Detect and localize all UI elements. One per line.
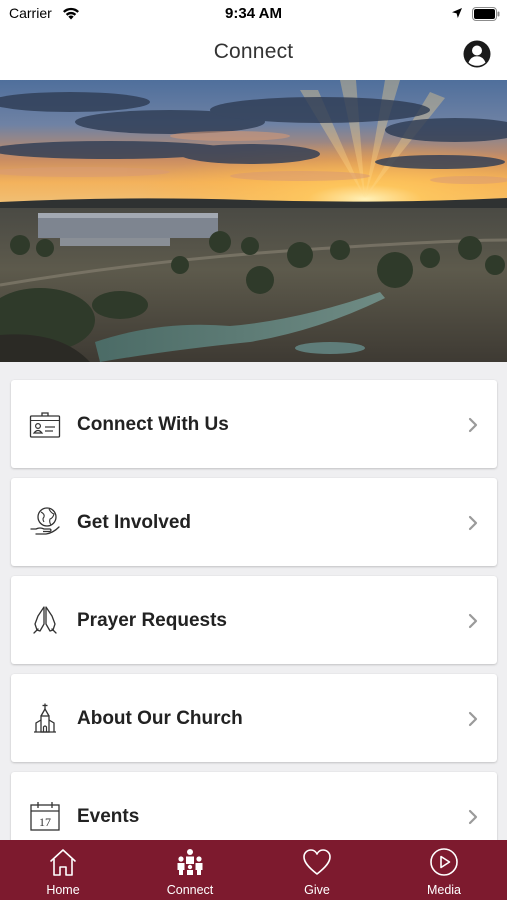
globe-in-hand-icon <box>30 507 60 535</box>
calendar-icon: 17 <box>30 802 60 831</box>
status-time: 9:34 AM <box>225 5 282 22</box>
chevron-right-icon <box>468 417 478 433</box>
play-icon <box>430 848 458 876</box>
sunset-landscape-image <box>0 80 507 362</box>
menu-item-prayer-requests[interactable]: Prayer Requests <box>11 576 497 664</box>
menu-item-label: Connect With Us <box>77 414 229 435</box>
chevron-right-icon <box>468 809 478 825</box>
connect-menu: Connect With Us Get Involved Prayer Requ… <box>0 362 507 840</box>
page-title: Connect <box>213 40 294 63</box>
menu-item-label: Get Involved <box>77 512 192 533</box>
battery-icon <box>472 7 500 21</box>
menu-item-label: Events <box>77 806 140 827</box>
tab-media[interactable]: Media <box>381 840 507 900</box>
praying-hands-icon <box>33 606 57 634</box>
tab-bar: Home Connect Give Media <box>0 840 507 900</box>
id-card-icon <box>29 412 61 438</box>
status-bar: Carrier 9:34 AM <box>0 0 507 28</box>
tab-connect[interactable]: Connect <box>127 840 253 900</box>
people-icon <box>177 849 203 875</box>
tab-give[interactable]: Give <box>254 840 380 900</box>
tab-label: Home <box>46 883 80 897</box>
menu-item-get-involved[interactable]: Get Involved <box>11 478 497 566</box>
tab-home[interactable]: Home <box>0 840 126 900</box>
tab-label: Give <box>304 883 330 897</box>
chevron-right-icon <box>468 515 478 531</box>
menu-item-events[interactable]: 17 Events <box>11 772 497 840</box>
menu-item-label: Prayer Requests <box>77 610 227 631</box>
menu-item-label: About Our Church <box>77 708 243 729</box>
navigation-bar: Connect <box>0 28 507 80</box>
chevron-right-icon <box>468 613 478 629</box>
tab-label: Connect <box>166 883 214 897</box>
location-arrow-icon <box>452 8 462 18</box>
church-icon <box>34 703 56 733</box>
menu-item-about-our-church[interactable]: About Our Church <box>11 674 497 762</box>
home-icon <box>50 849 76 876</box>
hero-image <box>0 80 507 362</box>
profile-icon[interactable] <box>463 40 491 68</box>
heart-icon <box>303 849 331 875</box>
app-screen: Carrier 9:34 AM Connect Connect With Us … <box>0 0 507 900</box>
tab-label: Media <box>426 883 462 897</box>
menu-item-connect-with-us[interactable]: Connect With Us <box>11 380 497 468</box>
chevron-right-icon <box>468 711 478 727</box>
calendar-day: 17 <box>39 815 51 829</box>
